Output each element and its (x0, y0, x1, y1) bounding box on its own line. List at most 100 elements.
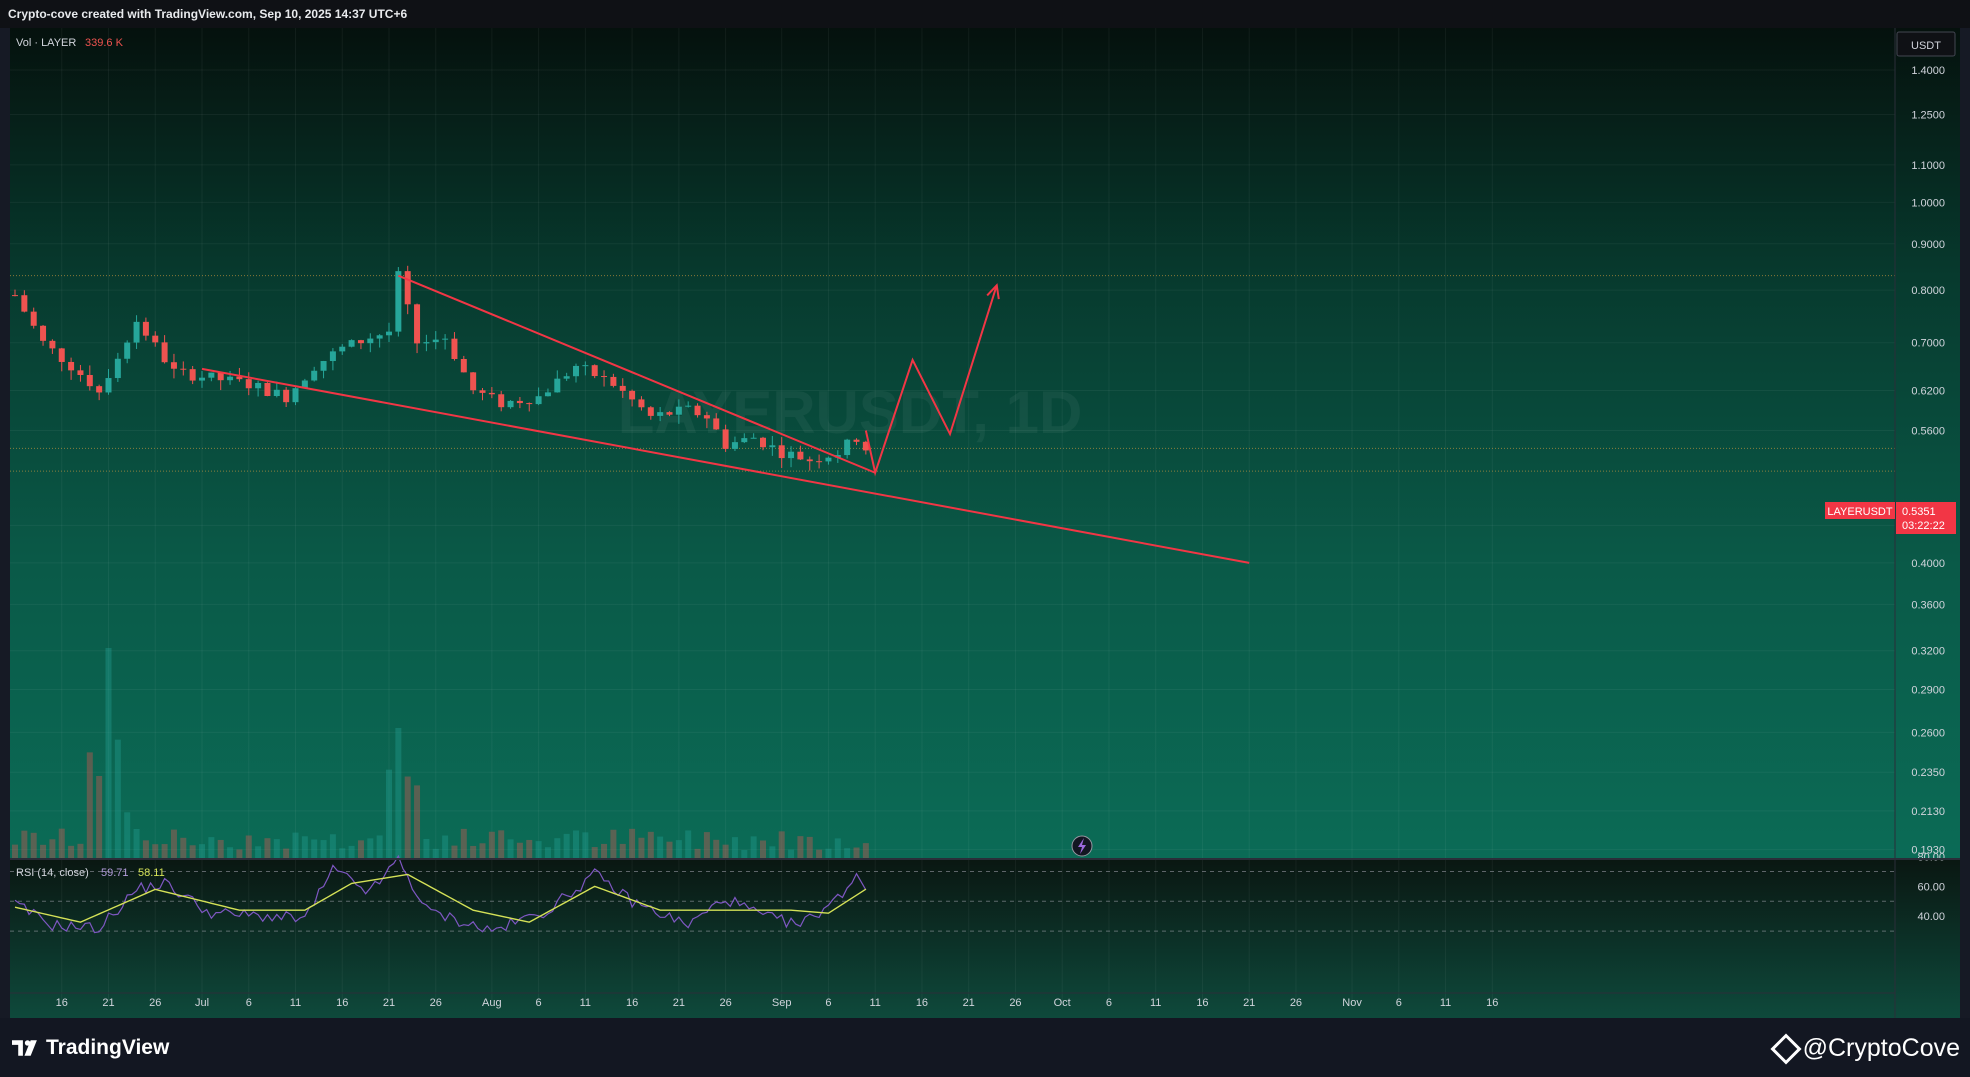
x-tick-label: 16 (1486, 997, 1498, 1009)
x-tick-label: Nov (1342, 997, 1362, 1009)
volume-bar (713, 839, 720, 858)
y-tick-label: 0.6200 (1911, 385, 1945, 397)
x-tick-label: 16 (626, 997, 638, 1009)
currency-button-label[interactable]: USDT (1911, 40, 1941, 52)
candle-body (573, 365, 579, 377)
volume-bar (142, 840, 149, 858)
x-tick-label: 26 (1009, 997, 1021, 1009)
volume-bar (816, 849, 823, 858)
candle-body (806, 459, 813, 462)
volume-bar (853, 847, 860, 858)
x-tick-label: Aug (482, 997, 502, 1009)
volume-bar (320, 840, 327, 858)
symbol-price-tag: LAYERUSDT 0.5351 03:22:22 (1825, 502, 1956, 534)
volume-bar (675, 840, 682, 858)
candle-body (507, 400, 514, 408)
volume-legend-value: 339.6 K (85, 37, 124, 49)
volume-bar (629, 828, 636, 858)
x-tick-label: 6 (1396, 997, 1402, 1009)
volume-bar (619, 843, 626, 858)
volume-bar (58, 828, 65, 858)
candle-body (638, 399, 645, 408)
volume-bar (797, 836, 804, 858)
candle-body (189, 369, 196, 381)
x-tick-label: 26 (719, 997, 731, 1009)
symbol-tag-label: LAYERUSDT (1827, 506, 1892, 518)
candle-body (713, 418, 720, 430)
x-tick-label: 11 (580, 997, 591, 1009)
volume-bar (769, 846, 776, 858)
candle-body (666, 412, 673, 415)
candle-body (376, 335, 383, 339)
candle-body (582, 365, 589, 367)
volume-bar (685, 830, 692, 858)
y-tick-label: 0.3600 (1911, 599, 1945, 611)
x-tick-label: 16 (56, 997, 68, 1009)
candle-body (133, 321, 140, 343)
volume-bar (657, 836, 664, 858)
volume-bar (722, 844, 729, 858)
volume-bar (844, 848, 851, 858)
volume-bar (77, 843, 84, 858)
candle-body (124, 342, 131, 359)
volume-bar (161, 844, 168, 858)
volume-bar (301, 836, 308, 858)
volume-bar (694, 848, 701, 858)
candle-body (563, 376, 570, 379)
candle-body (731, 442, 738, 449)
tradingview-logo-text: TradingView (46, 1036, 170, 1059)
volume-bar (273, 839, 280, 858)
candle-body (58, 348, 65, 362)
candle-body (647, 407, 654, 416)
rsi-legend-label: RSI (14, close) (16, 867, 89, 879)
volume-bar (386, 769, 392, 858)
candle-body (395, 271, 402, 332)
candle-body (601, 376, 608, 378)
candle-body (657, 412, 664, 416)
chart-frame[interactable]: LAYERUSDT, 1D 16 21 26 Jul 6 11 16 21 26 Aug 6 11 16… (10, 28, 1960, 1018)
volume-bar (432, 848, 439, 858)
candle-body (788, 451, 795, 459)
candle-body (516, 400, 523, 404)
volume-legend-label: Vol · LAYER (16, 37, 76, 49)
candle-body (816, 461, 823, 463)
symbol-watermark: LAYERUSDT, 1D (618, 379, 1083, 446)
volume-bar (731, 837, 738, 858)
volume-bar (404, 776, 411, 858)
y-tick-label: 1.1000 (1911, 160, 1945, 172)
volume-bar (236, 849, 243, 858)
volume-bar (666, 841, 673, 858)
candle-body (741, 438, 748, 443)
rsi-tick-label: 80.00 (1917, 852, 1945, 864)
candle-body (180, 368, 187, 370)
candle-body (152, 335, 159, 343)
currency-button[interactable]: USDT (1896, 31, 1956, 57)
tradingview-logo-icon (12, 1040, 37, 1056)
volume-bar (264, 838, 271, 858)
volume-bar (348, 845, 355, 858)
volume-bar (49, 839, 56, 858)
x-tick-label: 26 (1290, 997, 1302, 1009)
y-tick-label: 0.2130 (1911, 806, 1945, 818)
candle-body (255, 382, 262, 389)
x-tick-label: 11 (869, 997, 880, 1009)
volume-bar (563, 833, 570, 858)
volume-bar (638, 837, 645, 858)
rsi-tick-label: 40.00 (1917, 911, 1945, 923)
tradingview-logo[interactable]: TradingView (12, 1036, 169, 1060)
candle-body (619, 385, 626, 391)
volume-bar (329, 834, 336, 858)
footer-bar: TradingView @CryptoCove (0, 1018, 1970, 1077)
candle-body (479, 390, 486, 393)
x-tick-label: Oct (1054, 997, 1071, 1009)
candle-body (460, 358, 467, 373)
candle-body (105, 378, 112, 393)
chart-svg[interactable]: LAYERUSDT, 1D 16 21 26 Jul 6 11 16 21 26 Aug 6 11 16… (10, 28, 1960, 1018)
x-tick-label: 16 (336, 997, 348, 1009)
volume-bar (114, 739, 121, 858)
rsi-ma-line (14, 873, 867, 923)
candle-body (488, 392, 495, 395)
candle-body (86, 375, 93, 387)
lightning-icon[interactable] (1071, 835, 1093, 857)
candle-body (30, 311, 37, 326)
